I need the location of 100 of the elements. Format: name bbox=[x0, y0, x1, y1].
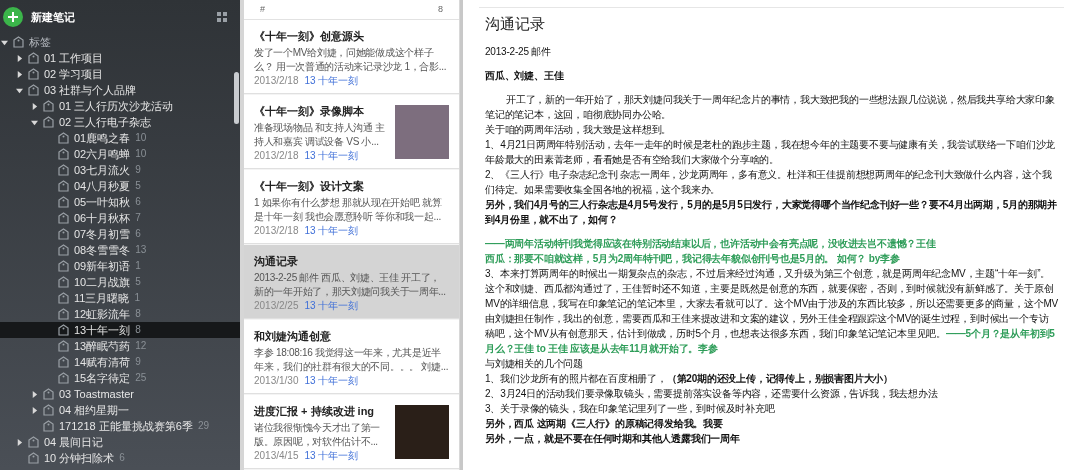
list-header-label: # bbox=[260, 2, 265, 16]
note-snippet: 2013-2-25 邮件 西瓜、刘婕、王佳 开工了，新的一年开始了，那天刘婕问我关于一周年... bbox=[254, 271, 447, 299]
tag-tree-item[interactable]: 06十月秋杯 7 bbox=[0, 210, 240, 226]
grid-icon[interactable] bbox=[217, 12, 227, 22]
note-count: 1 bbox=[135, 261, 141, 271]
tag-icon bbox=[58, 132, 69, 144]
tag-label: 标签 bbox=[29, 36, 51, 48]
note-count: 8 bbox=[135, 325, 141, 335]
tag-label: 04 晨间日记 bbox=[44, 436, 104, 448]
tag-icon bbox=[58, 228, 69, 240]
tag-icon bbox=[58, 308, 69, 320]
tag-tree-item[interactable]: 03 社群与个人品牌 bbox=[0, 82, 240, 98]
tag-label: 13醉眠芍药 bbox=[74, 340, 131, 352]
tag-label: 01 工作项目 bbox=[44, 52, 104, 64]
scrollbar[interactable] bbox=[234, 72, 239, 124]
note-tag[interactable]: 13 十年一刻 bbox=[304, 375, 359, 387]
tag-tree-item[interactable]: 01 工作项目 bbox=[0, 50, 240, 66]
note-date: 2013/2/18 bbox=[254, 225, 299, 237]
tag-label: 09新年初语 bbox=[74, 260, 131, 272]
tag-tree-item[interactable]: 13十年一刻 8 bbox=[0, 322, 240, 338]
note-title: 沟通记录 bbox=[254, 254, 299, 269]
tag-tree-item[interactable]: 04八月秒夏 5 bbox=[0, 178, 240, 194]
note-paragraph: 2013-2-25 邮件 bbox=[485, 45, 552, 59]
tag-label: 02六月鸣蝉 bbox=[74, 148, 131, 160]
tag-label: 03 Toastmaster bbox=[59, 388, 134, 400]
note-snippet: 发了一个MV给刘婕，问她能做成这个样子么？ 用一次普通的活动来记录沙龙 1，合影... bbox=[254, 46, 448, 74]
note-paragraph: 另外，一点，就是不要在任何时期和其他人透露我们一周年 bbox=[485, 432, 741, 446]
tag-icon bbox=[43, 420, 54, 432]
tag-tree-item[interactable]: 04 晨间日记 bbox=[0, 434, 240, 450]
tag-label: 04八月秒夏 bbox=[74, 180, 131, 192]
note-count: 10 bbox=[135, 149, 147, 159]
tag-tree-item[interactable]: 10二月战旗 5 bbox=[0, 274, 240, 290]
note-count: 13 bbox=[135, 245, 147, 255]
tag-label: 14赋有清荷 bbox=[74, 356, 131, 368]
tag-tree-item[interactable]: 03七月流火 9 bbox=[0, 162, 240, 178]
tag-tree-item[interactable]: 171218 正能量挑战赛第6季 29 bbox=[0, 418, 240, 434]
note-tag[interactable]: 13 十年一刻 bbox=[304, 450, 359, 462]
note-card[interactable]: 《十年一刻》创意源头 发了一个MV给刘婕，问她能做成这个样子么？ 用一次普通的活动来记录沙龙 1，合影... 2013/2/18 13 十年一刻 bbox=[244, 20, 459, 94]
note-paragraph: 另外，西瓜 这两期《三人行》的原稿记得发给我。我要 bbox=[485, 417, 724, 431]
tag-label: 12虹影流年 bbox=[74, 308, 131, 320]
tag-icon bbox=[58, 196, 69, 208]
tag-tree-item[interactable]: 09新年初语 1 bbox=[0, 258, 240, 274]
note-count: 9 bbox=[135, 357, 141, 367]
tag-label: 13十年一刻 bbox=[74, 324, 131, 336]
note-card[interactable]: 《十年一刻》设计文案 1 如果你有什么梦想 那就从现在开始吧 就算是十年一刻 我也会愿意聆听 等你和我一起... 2013/2/18 13 十年一刻 bbox=[244, 170, 459, 244]
note-paragraph: 3、关于录像的镜头，我在印象笔记里列了一些，到时候及时补充吧 bbox=[485, 402, 776, 416]
tag-tree-item[interactable]: 02六月鸣蝉 10 bbox=[0, 146, 240, 162]
tag-tree-item[interactable]: 11三月曙晓 1 bbox=[0, 290, 240, 306]
tag-tree-item[interactable]: 10 分钟扫除术 6 bbox=[0, 450, 240, 466]
tag-tree-item[interactable]: 07冬月初雪 6 bbox=[0, 226, 240, 242]
tag-icon bbox=[28, 84, 39, 96]
tag-icon bbox=[58, 372, 69, 384]
note-tag[interactable]: 13 十年一刻 bbox=[304, 75, 359, 87]
tag-label: 06十月秋杯 bbox=[74, 212, 131, 224]
tag-tree-item[interactable]: 01鹿鸣之春 10 bbox=[0, 130, 240, 146]
note-count: 8 bbox=[135, 309, 141, 319]
note-paragraph: 开工了，新的一年开始了，那天刘婕问我关于一周年纪念片的事情，我大致把我的一些想法跟几位说说，然后我共享给大家印象笔记的笔记本，这回，咱彻底协同办公哈。 bbox=[485, 93, 1056, 122]
note-title: 《十年一刻》设计文案 bbox=[254, 179, 365, 194]
tag-tree-item[interactable]: 13醉眠芍药 12 bbox=[0, 338, 240, 354]
tag-icon bbox=[58, 164, 69, 176]
note-heading: 沟通记录 bbox=[485, 14, 546, 34]
tag-tree-item[interactable]: 14赋有清荷 9 bbox=[0, 354, 240, 370]
tag-label: 15名字待定 bbox=[74, 372, 131, 384]
tag-label: 03七月流火 bbox=[74, 164, 131, 176]
caret-icon[interactable] bbox=[16, 438, 23, 446]
tag-tree-item[interactable]: 05一叶知秋 6 bbox=[0, 194, 240, 210]
tag-label: 02 三人行电子杂志 bbox=[59, 116, 152, 128]
tag-tree-item[interactable]: 02 三人行电子杂志 bbox=[0, 114, 240, 130]
tag-tree-item[interactable]: 标签 bbox=[0, 34, 240, 50]
note-paragraph: 2、《三人行》电子杂志纪念刊 杂志一周年，沙龙两周年，多有意义。杜洋和王佳提前想想两周年的纪念刊大致做什么内容，这个我们待定。如果需要收集全国各地的祝福，这个我来办。 bbox=[485, 168, 1053, 197]
note-title: 和刘婕沟通创意 bbox=[254, 329, 332, 344]
note-date: 2013/1/30 bbox=[254, 375, 299, 387]
note-snippet: 准备现场物品 和支持人沟通 主持人和嘉宾 调试设备 VS 小... bbox=[254, 121, 387, 149]
tag-tree-item[interactable]: 01 三人行历次沙龙活动 bbox=[0, 98, 240, 114]
tag-label: 171218 正能量挑战赛第6季 bbox=[59, 420, 193, 432]
tag-icon bbox=[58, 292, 69, 304]
tag-tree-item[interactable]: 02 学习项目 bbox=[0, 66, 240, 82]
tag-tree-item[interactable]: 15名字待定 25 bbox=[0, 370, 240, 386]
tag-icon bbox=[43, 116, 54, 128]
tag-tree-item[interactable]: 08冬雪雪冬 13 bbox=[0, 242, 240, 258]
note-card[interactable]: 进度汇报 + 持续改进 ing 诸位我很惭愧今天才出了第一版。原因呢，对软件估计不... 2013/4/15 13 十年一刻 bbox=[244, 395, 459, 469]
tag-tree-item[interactable]: 12虹影流年 8 bbox=[0, 306, 240, 322]
note-card[interactable]: 沟通记录 2013-2-25 邮件 西瓜、刘婕、王佳 开工了，新的一年开始了，那天刘婕问我关于一周年... 2013/2/25 13 十年一刻 bbox=[244, 245, 459, 319]
note-date: 2013/2/25 bbox=[254, 300, 299, 312]
note-count: 10 bbox=[135, 133, 147, 143]
note-tag[interactable]: 13 十年一刻 bbox=[304, 225, 359, 237]
note-count: 1 bbox=[134, 293, 140, 303]
note-tag[interactable]: 13 十年一刻 bbox=[304, 150, 359, 162]
tag-tree-item[interactable]: 03 Toastmaster bbox=[0, 386, 240, 402]
note-snippet: 李参 18:08:16 我觉得这一年来，尤其是近半年来，我们的社群有很大的不同。。。 刘婕... bbox=[254, 346, 449, 374]
note-card[interactable]: 《十年一刻》录像脚本 准备现场物品 和支持人沟通 主持人和嘉宾 调试设备 VS 小... 2013/2/18 13 十年一刻 bbox=[244, 95, 459, 169]
note-card[interactable]: 和刘婕沟通创意 李参 18:08:16 我觉得这一年来，尤其是近半年来，我们的社群有很大的不同。。。 刘婕... 2013/1/30 13 十年一刻 bbox=[244, 320, 459, 394]
tag-label: 02 学习项目 bbox=[44, 68, 104, 80]
note-paragraph: 关于咱的两周年活动，我大致是这样想到。 bbox=[485, 123, 673, 137]
note-count: 12 bbox=[135, 341, 147, 351]
note-count: 8 bbox=[438, 2, 443, 16]
tag-tree-item[interactable]: 04 相约星期一 bbox=[0, 402, 240, 418]
new-note-button[interactable]: 新建笔记 bbox=[3, 7, 75, 27]
tag-label: 08冬雪雪冬 bbox=[74, 244, 131, 256]
tag-icon bbox=[58, 340, 69, 352]
